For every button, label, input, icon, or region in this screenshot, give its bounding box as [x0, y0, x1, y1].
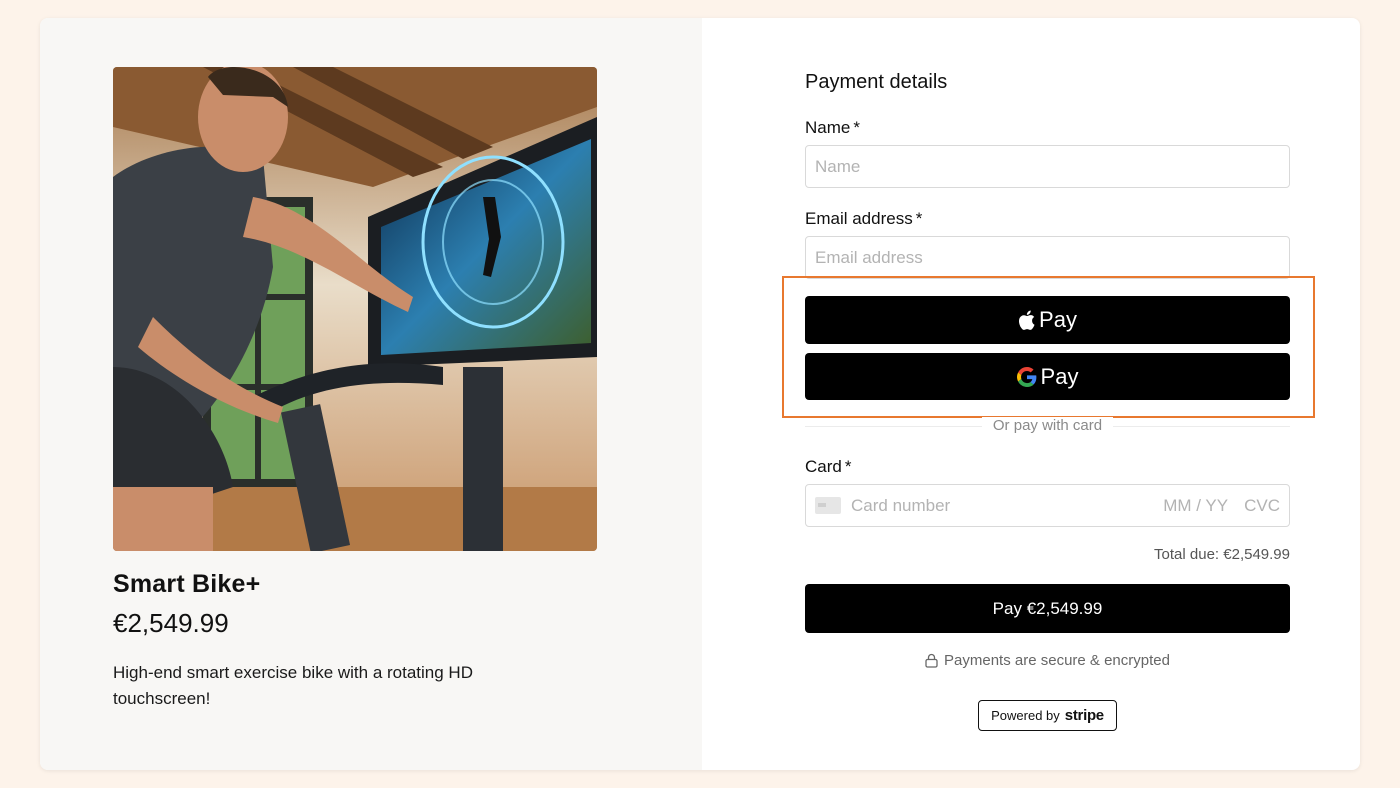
email-input[interactable]: [805, 236, 1290, 279]
secure-text: Payments are secure & encrypted: [944, 652, 1170, 669]
card-expiry-field[interactable]: MM / YY: [1163, 496, 1228, 516]
powered-by-stripe-badge[interactable]: Powered by stripe: [978, 700, 1117, 731]
required-mark: *: [915, 209, 923, 228]
card-number-field[interactable]: Card number: [851, 496, 1163, 516]
lock-icon: [925, 653, 938, 668]
stripe-logo: stripe: [1064, 707, 1104, 724]
powered-by-text: Powered by: [991, 708, 1060, 723]
product-image: [113, 67, 597, 551]
required-mark: *: [844, 457, 852, 476]
credit-card-icon: [815, 497, 841, 514]
total-due: Total due: €2,549.99: [1154, 546, 1290, 563]
apple-pay-label: Pay: [1039, 307, 1077, 332]
product-name: Smart Bike+: [113, 570, 261, 598]
email-label: Email address *: [805, 209, 922, 229]
name-label: Name *: [805, 118, 860, 138]
google-pay-button[interactable]: Pay: [805, 353, 1290, 400]
email-label-text: Email address: [805, 209, 913, 228]
pay-button[interactable]: Pay €2,549.99: [805, 584, 1290, 633]
google-pay-label: Pay: [1040, 363, 1079, 389]
product-description: High-end smart exercise bike with a rota…: [113, 663, 473, 708]
payment-details-title: Payment details: [805, 71, 948, 93]
checkout-card: Smart Bike+ €2,549.99 High-end smart exe…: [40, 18, 1360, 770]
card-label: Card *: [805, 457, 851, 477]
payment-panel: Payment details Name* Email address* Pay: [702, 18, 1360, 770]
card-cvc-field[interactable]: CVC: [1244, 496, 1280, 516]
google-icon: [1016, 366, 1037, 387]
apple-pay-button[interactable]: Pay: [805, 296, 1290, 344]
secure-payments-note: Payments are secure & encrypted: [805, 652, 1290, 669]
card-label-text: Card: [805, 457, 842, 476]
name-input[interactable]: [805, 145, 1290, 188]
card-input[interactable]: Card number MM / YY CVC: [805, 484, 1290, 527]
name-label-text: Name: [805, 118, 851, 137]
product-price: €2,549.99: [113, 608, 229, 638]
required-mark: *: [853, 118, 860, 137]
product-panel: Smart Bike+ €2,549.99 High-end smart exe…: [40, 18, 702, 770]
apple-icon: [1018, 310, 1035, 330]
pay-with-card-divider: Or pay with card: [982, 417, 1113, 434]
